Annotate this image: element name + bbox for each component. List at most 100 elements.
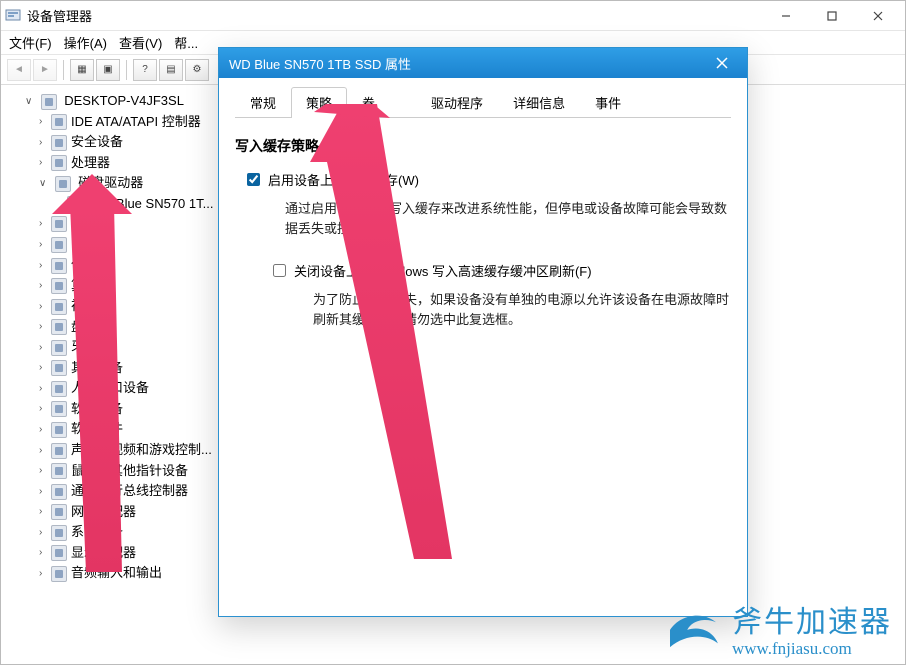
tree-item-wd-ssd[interactable]: WD Blue SN570 1T... bbox=[91, 196, 214, 211]
device-category-icon bbox=[51, 278, 67, 294]
tree-item[interactable]: 算机 bbox=[71, 278, 97, 293]
tree-item[interactable]: 处理器 bbox=[71, 155, 110, 170]
device-category-icon bbox=[51, 525, 67, 541]
expand-icon[interactable]: › bbox=[39, 133, 51, 153]
write-cache-section: 写入缓存策略 启用设备上的写入缓存(W) 通过启用设备上的写入缓存来改进系统性能… bbox=[235, 136, 731, 331]
titlebar: 设备管理器 bbox=[1, 1, 905, 31]
expand-icon[interactable]: › bbox=[39, 461, 51, 481]
collapse-icon[interactable]: ∨ bbox=[25, 92, 37, 112]
back-button[interactable]: ◄ bbox=[7, 59, 31, 81]
dialog-title: WD Blue SN570 1TB SSD 属性 bbox=[229, 54, 411, 73]
watermark-url: www.fnjiasu.com bbox=[732, 639, 892, 659]
expand-icon[interactable]: › bbox=[39, 379, 51, 399]
tree-item[interactable]: 软件组件 bbox=[71, 421, 123, 436]
device-category-icon bbox=[51, 484, 67, 500]
expand-icon[interactable]: › bbox=[39, 399, 51, 419]
toolbar-btn-4[interactable]: ▤ bbox=[159, 59, 183, 81]
toolbar-btn-5[interactable]: ⚙ bbox=[185, 59, 209, 81]
device-category-icon bbox=[51, 401, 67, 417]
tree-root[interactable]: DESKTOP-V4JF3SL bbox=[64, 93, 184, 108]
tab-driver[interactable]: 驱动程序 bbox=[416, 87, 498, 118]
tree-item[interactable]: 盘 bbox=[71, 319, 84, 334]
expand-icon[interactable]: › bbox=[39, 543, 51, 563]
expand-icon[interactable]: › bbox=[39, 297, 51, 317]
close-button[interactable] bbox=[855, 1, 901, 31]
watermark: 斧牛加速器 www.fnjiasu.com bbox=[664, 597, 892, 659]
toolbar-btn-1[interactable]: ▦ bbox=[70, 59, 94, 81]
disable-cache-flush-desc: 为了防止数据丢失，如果设备没有单独的电源以允许该设备在电源故障时刷新其缓冲区，请… bbox=[235, 290, 731, 330]
expand-icon[interactable]: › bbox=[39, 338, 51, 358]
properties-dialog: WD Blue SN570 1TB SSD 属性 常规 策略 卷 驱动程序 详细… bbox=[218, 47, 748, 617]
device-category-icon bbox=[51, 216, 67, 232]
disk-category-icon bbox=[55, 176, 71, 192]
device-category-icon bbox=[51, 566, 67, 582]
device-category-icon bbox=[51, 135, 67, 151]
maximize-button[interactable] bbox=[809, 1, 855, 31]
menu-action[interactable]: 操作(A) bbox=[64, 33, 107, 52]
menu-file[interactable]: 文件(F) bbox=[9, 33, 52, 52]
tab-policy[interactable]: 策略 bbox=[291, 87, 347, 118]
device-category-icon bbox=[51, 319, 67, 335]
disable-cache-flush-checkbox[interactable] bbox=[273, 264, 286, 277]
tree-item[interactable]: 视器 bbox=[71, 298, 97, 313]
device-category-icon bbox=[51, 299, 67, 315]
tab-general[interactable]: 常规 bbox=[235, 87, 291, 118]
device-category-icon bbox=[51, 340, 67, 356]
tree-item[interactable]: 音频输入和输出 bbox=[71, 565, 162, 580]
tree-item[interactable]: 安全设备 bbox=[71, 134, 123, 149]
minimize-button[interactable] bbox=[763, 1, 809, 31]
tree-item[interactable]: IDE ATA/ATAPI 控制器 bbox=[71, 114, 201, 129]
tree-item[interactable]: 声音、视频和游戏控制... bbox=[71, 442, 212, 457]
tab-event[interactable]: 事件 bbox=[580, 87, 636, 118]
toolbar-btn-3[interactable]: ? bbox=[133, 59, 157, 81]
window-title: 设备管理器 bbox=[27, 6, 92, 25]
expand-icon[interactable]: › bbox=[39, 441, 51, 461]
tree-item[interactable]: 系统设备 bbox=[71, 524, 123, 539]
collapse-icon[interactable]: ∨ bbox=[39, 174, 51, 194]
expand-icon[interactable]: › bbox=[39, 256, 51, 276]
tree-item[interactable]: 控制器 bbox=[71, 216, 110, 231]
expand-icon[interactable]: › bbox=[39, 214, 51, 234]
expand-icon[interactable]: › bbox=[39, 564, 51, 584]
device-category-icon bbox=[51, 504, 67, 520]
toolbar-btn-2[interactable]: ▣ bbox=[96, 59, 120, 81]
device-category-icon bbox=[51, 545, 67, 561]
expand-icon[interactable]: › bbox=[39, 523, 51, 543]
expand-icon[interactable]: › bbox=[39, 153, 51, 173]
dialog-titlebar: WD Blue SN570 1TB SSD 属性 bbox=[219, 48, 747, 78]
disable-cache-flush-label[interactable]: 关闭设备上的 Windows 写入高速缓存缓冲区刷新(F) bbox=[294, 261, 592, 280]
tree-item[interactable]: 人机接口设备 bbox=[71, 380, 149, 395]
device-category-icon bbox=[51, 422, 67, 438]
expand-icon[interactable]: › bbox=[39, 358, 51, 378]
tree-item[interactable]: 鼠标和其他指针设备 bbox=[71, 463, 188, 478]
expand-icon[interactable]: › bbox=[39, 317, 51, 337]
menu-help[interactable]: 帮... bbox=[174, 33, 198, 52]
expand-icon[interactable]: › bbox=[39, 482, 51, 502]
enable-write-cache-label[interactable]: 启用设备上的写入缓存(W) bbox=[268, 170, 419, 189]
tab-detail[interactable]: 详细信息 bbox=[498, 87, 580, 118]
menu-view[interactable]: 查看(V) bbox=[119, 33, 162, 52]
tree-item[interactable]: 软件设备 bbox=[71, 401, 123, 416]
tree-item-disk-drives[interactable]: 磁盘驱动器 bbox=[78, 175, 143, 190]
expand-icon[interactable]: › bbox=[39, 276, 51, 296]
expand-icon[interactable]: › bbox=[39, 420, 51, 440]
tree-item[interactable]: 队列 bbox=[71, 236, 97, 251]
dialog-close-button[interactable] bbox=[707, 53, 737, 73]
app-icon bbox=[5, 8, 21, 24]
enable-write-cache-desc: 通过启用设备上的写入缓存来改进系统性能，但停电或设备故障可能会导致数据丢失或损坏… bbox=[235, 199, 731, 239]
tree-item[interactable]: 显示适配器 bbox=[71, 545, 136, 560]
tree-item[interactable]: 件 bbox=[71, 257, 84, 272]
tree-item[interactable]: 牙 bbox=[71, 339, 84, 354]
tree-item[interactable]: 其他设备 bbox=[71, 360, 123, 375]
expand-icon[interactable]: › bbox=[39, 235, 51, 255]
enable-write-cache-checkbox[interactable] bbox=[247, 173, 260, 186]
tree-item[interactable]: 网络适配器 bbox=[71, 504, 136, 519]
device-category-icon bbox=[51, 258, 67, 274]
expand-icon[interactable]: › bbox=[39, 502, 51, 522]
logo-icon bbox=[664, 605, 722, 651]
device-category-icon bbox=[51, 463, 67, 479]
expand-icon[interactable]: › bbox=[39, 112, 51, 132]
tree-item[interactable]: 通用串行总线控制器 bbox=[71, 483, 188, 498]
forward-button[interactable]: ► bbox=[33, 59, 57, 81]
tab-volume[interactable]: 卷 bbox=[347, 87, 390, 118]
